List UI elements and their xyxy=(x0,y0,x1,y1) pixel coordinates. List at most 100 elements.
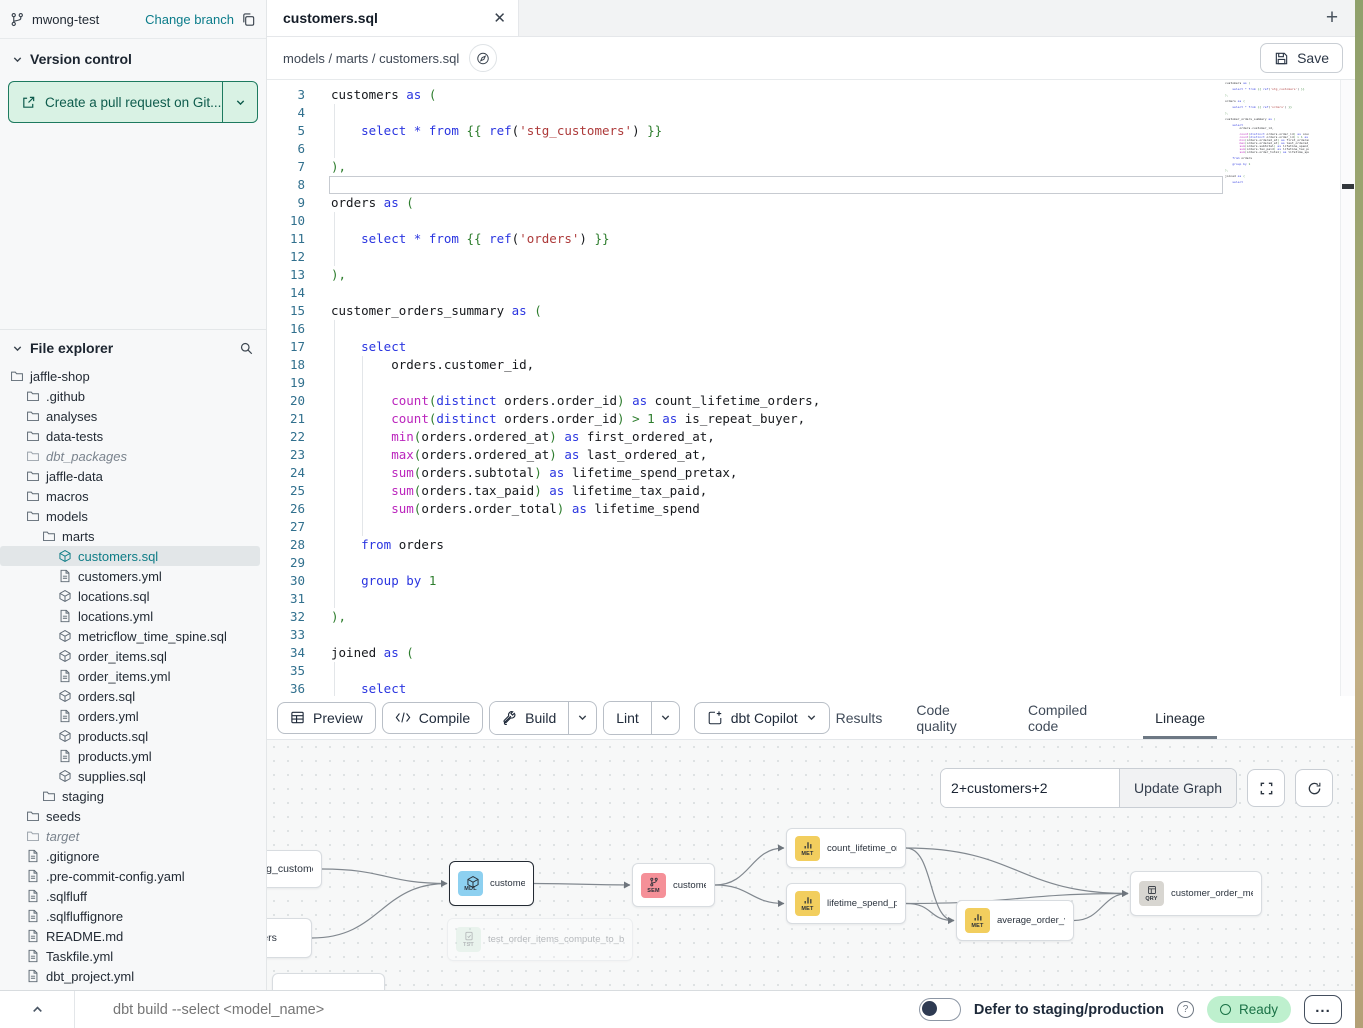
tree-item-readme-md[interactable]: README.md xyxy=(0,926,266,946)
create-pr-button[interactable]: Create a pull request on Git... xyxy=(8,81,258,123)
save-button[interactable]: Save xyxy=(1260,43,1343,73)
file-explorer-header[interactable]: File explorer xyxy=(0,330,266,366)
code-line-35[interactable]: 35 xyxy=(267,662,1355,680)
lineage-node-customers_model[interactable]: MDLcustomers xyxy=(449,861,534,906)
tree-item--pre-commit-config-yaml[interactable]: .pre-commit-config.yaml xyxy=(0,866,266,886)
tree-item-order-items-sql[interactable]: order_items.sql xyxy=(0,646,266,666)
code-line-26[interactable]: 26 sum(orders.order_total) as lifetime_s… xyxy=(267,500,1355,518)
update-graph-button[interactable]: Update Graph xyxy=(1119,769,1236,807)
create-pr-dropdown[interactable] xyxy=(222,82,257,122)
tree-item-order-items-yml[interactable]: order_items.yml xyxy=(0,666,266,686)
code-line-33[interactable]: 33 xyxy=(267,626,1355,644)
code-line-8[interactable]: 8 xyxy=(267,176,1355,194)
lineage-node-test_order_items[interactable]: TSTtest_order_items_compute_to_bools... xyxy=(447,918,633,961)
code-line-34[interactable]: 34joined as ( xyxy=(267,644,1355,662)
editor-minimap[interactable]: customers as ( select * from {{ ref('stg… xyxy=(1225,82,1309,502)
tab-lineage[interactable]: Lineage xyxy=(1155,696,1205,739)
code-line-30[interactable]: 30 group by 1 xyxy=(267,572,1355,590)
code-line-27[interactable]: 27 xyxy=(267,518,1355,536)
tree-item-analyses[interactable]: analyses xyxy=(0,406,266,426)
code-editor[interactable]: 3customers as (45 select * from {{ ref('… xyxy=(267,80,1355,696)
build-button[interactable]: Build xyxy=(490,702,568,734)
tree-item-customers-sql[interactable]: customers.sql xyxy=(0,546,260,566)
code-line-14[interactable]: 14 xyxy=(267,284,1355,302)
dbt-command-input[interactable] xyxy=(111,1001,715,1019)
code-line-36[interactable]: 36 select xyxy=(267,680,1355,696)
tree-item--github[interactable]: .github xyxy=(0,386,266,406)
tree-item-customers-yml[interactable]: customers.yml xyxy=(0,566,266,586)
code-line-25[interactable]: 25 sum(orders.tax_paid) as lifetime_tax_… xyxy=(267,482,1355,500)
code-line-18[interactable]: 18 orders.customer_id, xyxy=(267,356,1355,374)
tree-item-products-sql[interactable]: products.sql xyxy=(0,726,266,746)
code-line-21[interactable]: 21 count(distinct orders.order_id) > 1 a… xyxy=(267,410,1355,428)
change-branch-link[interactable]: Change branch xyxy=(145,12,234,27)
tree-item--sqlfluff[interactable]: .sqlfluff xyxy=(0,886,266,906)
more-options-button[interactable]: ... xyxy=(1304,995,1342,1024)
tab-customers-sql[interactable]: customers.sql ✕ xyxy=(267,0,519,36)
lint-dropdown[interactable] xyxy=(651,702,679,734)
tree-item-locations-sql[interactable]: locations.sql xyxy=(0,586,266,606)
code-line-28[interactable]: 28 from orders xyxy=(267,536,1355,554)
tab-compiled-code[interactable]: Compiled code xyxy=(1028,696,1121,739)
docs-compass-button[interactable] xyxy=(469,44,497,72)
code-line-11[interactable]: 11 select * from {{ ref('orders') }} xyxy=(267,230,1355,248)
code-line-3[interactable]: 3customers as ( xyxy=(267,86,1355,104)
expand-command-bar-button[interactable] xyxy=(0,991,75,1028)
defer-toggle[interactable] xyxy=(919,998,961,1021)
scrollbar-thumb[interactable] xyxy=(1342,184,1354,189)
code-line-10[interactable]: 10 xyxy=(267,212,1355,230)
tree-item-jaffle-data[interactable]: jaffle-data xyxy=(0,466,266,486)
compile-button[interactable]: Compile xyxy=(382,702,483,734)
version-control-header[interactable]: Version control xyxy=(0,39,266,75)
code-line-24[interactable]: 24 sum(orders.subtotal) as lifetime_spen… xyxy=(267,464,1355,482)
tree-item-data-tests[interactable]: data-tests xyxy=(0,426,266,446)
code-line-17[interactable]: 17 select xyxy=(267,338,1355,356)
code-line-31[interactable]: 31 xyxy=(267,590,1355,608)
tree-item-target[interactable]: target xyxy=(0,826,266,846)
tab-code-quality[interactable]: Code quality xyxy=(916,696,994,739)
code-line-7[interactable]: 7), xyxy=(267,158,1355,176)
lineage-node-average_order_value[interactable]: METaverage_order_value xyxy=(956,900,1074,941)
tree-item-locations-yml[interactable]: locations.yml xyxy=(0,606,266,626)
code-line-6[interactable]: 6 xyxy=(267,140,1355,158)
close-icon[interactable]: ✕ xyxy=(493,9,506,27)
tree-item-seeds[interactable]: seeds xyxy=(0,806,266,826)
lineage-search-input[interactable] xyxy=(941,769,1119,807)
lineage-node-lifetime_spend_pretax[interactable]: METlifetime_spend_pretax xyxy=(786,883,906,924)
tree-item-products-yml[interactable]: products.yml xyxy=(0,746,266,766)
editor-scrollbar[interactable] xyxy=(1340,80,1355,696)
lineage-node-count_lifetime_orders[interactable]: METcount_lifetime_orders xyxy=(786,828,906,868)
code-line-16[interactable]: 16 xyxy=(267,320,1355,338)
tree-item-orders-sql[interactable]: orders.sql xyxy=(0,686,266,706)
tree-item-orders-yml[interactable]: orders.yml xyxy=(0,706,266,726)
code-line-9[interactable]: 9orders as ( xyxy=(267,194,1355,212)
preview-button[interactable]: Preview xyxy=(277,702,376,734)
tree-item-supplies-sql[interactable]: supplies.sql xyxy=(0,766,266,786)
tree-item-metricflow-time-spine-sql[interactable]: metricflow_time_spine.sql xyxy=(0,626,266,646)
tree-item-dbt-packages[interactable]: dbt_packages xyxy=(0,446,266,466)
dbt-copilot-button[interactable]: dbt Copilot xyxy=(694,702,830,734)
refresh-button[interactable] xyxy=(1295,769,1333,807)
tree-item--gitignore[interactable]: .gitignore xyxy=(0,846,266,866)
fullscreen-button[interactable] xyxy=(1247,769,1285,807)
lineage-node-customers_semantic[interactable]: SEMcustomers xyxy=(632,863,715,907)
search-icon[interactable] xyxy=(239,341,254,356)
tree-item-macros[interactable]: macros xyxy=(0,486,266,506)
help-icon[interactable]: ? xyxy=(1177,1001,1194,1018)
code-line-19[interactable]: 19 xyxy=(267,374,1355,392)
tree-item--sqlfluffignore[interactable]: .sqlfluffignore xyxy=(0,906,266,926)
tree-item-staging[interactable]: staging xyxy=(0,786,266,806)
tree-item-taskfile-yml[interactable]: Taskfile.yml xyxy=(0,946,266,966)
lineage-panel[interactable]: Update Graph stg_customersordersMDLcusto… xyxy=(267,740,1355,993)
build-dropdown[interactable] xyxy=(568,702,596,734)
code-line-5[interactable]: 5 select * from {{ ref('stg_customers') … xyxy=(267,122,1355,140)
lineage-node-orders[interactable]: orders xyxy=(267,918,312,958)
copy-icon[interactable] xyxy=(241,12,256,27)
new-tab-button[interactable]: + xyxy=(1309,0,1355,36)
tree-item-jaffle-shop[interactable]: jaffle-shop xyxy=(0,366,266,386)
code-line-12[interactable]: 12 xyxy=(267,248,1355,266)
code-line-15[interactable]: 15customer_orders_summary as ( xyxy=(267,302,1355,320)
lint-button[interactable]: Lint xyxy=(604,702,651,734)
code-line-23[interactable]: 23 max(orders.ordered_at) as last_ordere… xyxy=(267,446,1355,464)
code-line-13[interactable]: 13), xyxy=(267,266,1355,284)
